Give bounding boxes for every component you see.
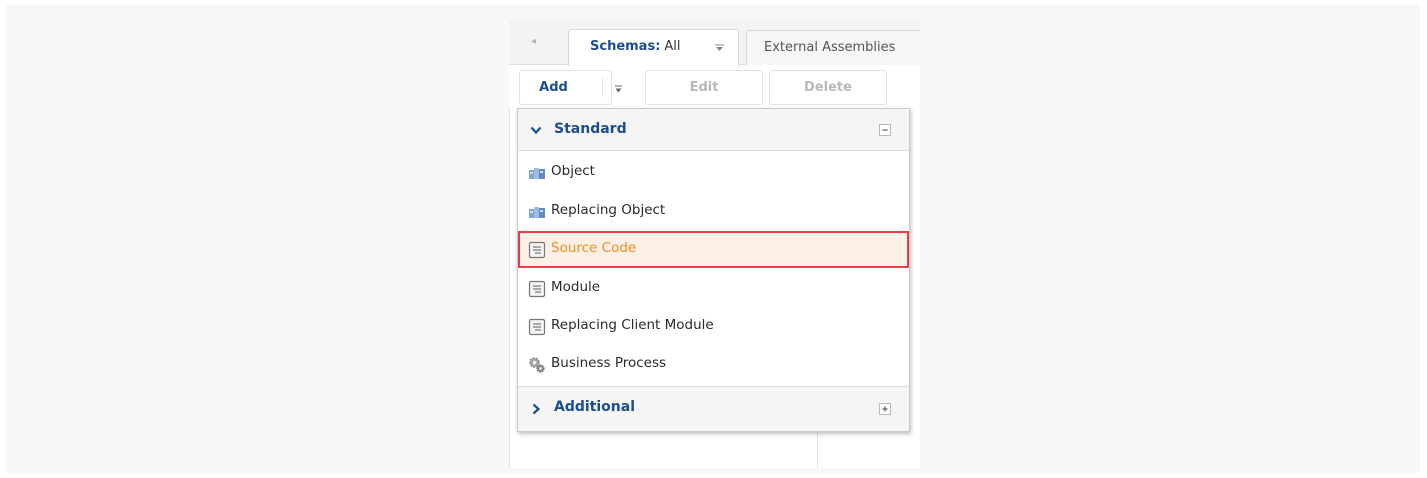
chevron-down-icon	[530, 126, 542, 135]
tab-schemas[interactable]: Schemas: All	[568, 29, 739, 66]
chevron-right-icon	[532, 403, 541, 415]
group-title-standard: Standard	[554, 121, 627, 137]
add-button-divider	[602, 78, 603, 97]
document-icon	[528, 318, 546, 336]
content-border	[509, 108, 510, 468]
delete-button[interactable]: Delete	[769, 70, 887, 105]
menu-item-label: Object	[551, 163, 595, 179]
menu-item-replacing-object[interactable]: Replacing Object	[518, 193, 909, 230]
menu-item-label: Replacing Client Module	[551, 317, 714, 333]
menu-item-business-process[interactable]: Business Process	[518, 346, 909, 383]
document-icon	[528, 241, 546, 259]
gears-icon	[529, 357, 545, 373]
minus-box-icon[interactable]	[879, 124, 891, 136]
document-icon	[528, 280, 546, 298]
menu-item-label: Source Code	[551, 240, 637, 256]
group-title-additional: Additional	[554, 399, 635, 415]
tab-external-assemblies[interactable]: External Assemblies	[746, 30, 920, 65]
add-menu-caret-icon[interactable]	[614, 85, 623, 94]
tab-schemas-filter-value: All	[664, 39, 681, 54]
menu-item-label: Replacing Object	[551, 202, 666, 218]
object-cubes-icon	[529, 168, 545, 179]
menu-item-replacing-client-module[interactable]: Replacing Client Module	[518, 308, 909, 345]
add-dropdown-menu: Standard Object Replacing Object Source …	[517, 108, 910, 432]
menu-item-label: Business Process	[551, 355, 667, 371]
group-header-additional[interactable]: Additional	[518, 386, 909, 431]
menu-item-source-code[interactable]: Source Code	[518, 231, 909, 268]
tab-bar: ◂ Schemas: All External Assemblies	[509, 20, 920, 66]
menu-item-object[interactable]: Object	[518, 154, 909, 191]
menu-item-module[interactable]: Module	[518, 270, 909, 307]
add-button-label: Add	[539, 80, 568, 95]
filter-caret-icon[interactable]	[715, 43, 724, 52]
plus-box-icon[interactable]	[879, 403, 891, 415]
menu-item-label: Module	[551, 279, 601, 295]
group-header-standard[interactable]: Standard	[518, 109, 909, 151]
tab-schemas-label: Schemas:	[590, 39, 661, 54]
object-cubes-icon	[529, 207, 545, 218]
tab-scroll-left-icon[interactable]: ◂	[531, 36, 539, 48]
add-button[interactable]: Add	[519, 70, 612, 105]
edit-button[interactable]: Edit	[645, 70, 763, 105]
